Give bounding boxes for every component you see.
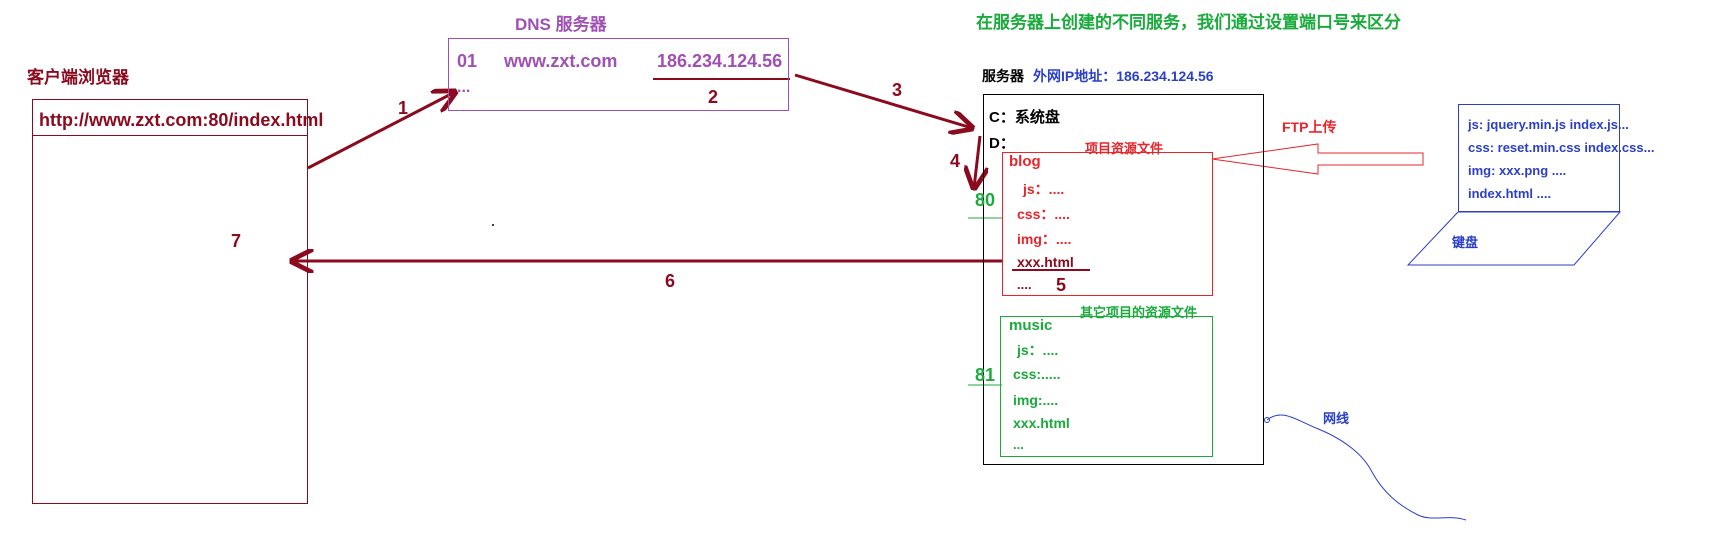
arrow-step-3 — [794, 73, 972, 128]
dns-ip: 186.234.124.56 — [657, 51, 783, 71]
drive-c-label: C：系统盘 — [989, 109, 1060, 126]
ftp-label: FTP上传 — [1282, 119, 1337, 135]
step-7-label: 7 — [231, 231, 242, 251]
music-file-js: js：.... — [1017, 342, 1059, 358]
blog-file-html: xxx.html — [1017, 254, 1074, 270]
arrow-step-1 — [307, 92, 455, 170]
music-project-box: music js：.... css:..... img:.... xxx.htm… — [1000, 316, 1213, 457]
dns-domain: www.zxt.com — [504, 51, 618, 71]
network-label: 网线 — [1323, 411, 1350, 426]
blog-file-img: img：.... — [1017, 231, 1072, 247]
dns-row-index: 01 — [457, 51, 478, 71]
keyboard-line-html: index.html .... — [1468, 186, 1552, 201]
client-heading: 客户端浏览器 — [27, 68, 129, 87]
keyboard-screen: js: jquery.min.js index.js... css: reset… — [1458, 104, 1654, 212]
server-ip: 外网IP地址：186.234.124.56 — [1033, 68, 1214, 84]
music-file-html: xxx.html — [1013, 415, 1070, 431]
blog-project-box: blog js：.... css：.... img：.... xxx.html … — [1002, 152, 1213, 296]
keyboard-base — [1406, 211, 1622, 266]
blog-name: blog — [1009, 153, 1041, 170]
port-81-label: 81 — [975, 365, 996, 385]
keyboard-line-img: img: xxx.png .... — [1468, 163, 1567, 178]
network-cable — [1266, 414, 1467, 521]
diagram-title: 在服务器上创建的不同服务，我们通过设置端口号来区分 — [976, 13, 1401, 32]
step-6-label: 6 — [665, 271, 676, 291]
dns-server-box: 01 www.zxt.com 186.234.124.56 ... — [448, 38, 789, 111]
dns-heading: DNS 服务器 — [515, 15, 607, 34]
music-file-more: ... — [1013, 437, 1024, 452]
drive-d-label: D： — [989, 135, 1015, 152]
keyboard-line-js: js: jquery.min.js index.js... — [1468, 117, 1629, 132]
port-80-label: 80 — [975, 190, 996, 210]
client-browser-box: http://www.zxt.com:80/index.html — [32, 99, 323, 504]
blog-file-more: .... — [1017, 277, 1032, 292]
music-file-img: img:.... — [1013, 392, 1059, 408]
dns-more: ... — [457, 79, 471, 96]
music-name: music — [1009, 317, 1053, 334]
step-3-label: 3 — [892, 80, 903, 100]
server-heading: 服务器 — [982, 68, 1024, 84]
keyboard-line-css: css: reset.min.css index.css... — [1468, 140, 1655, 155]
keyboard-label: 键盘 — [1452, 235, 1479, 250]
arrow-step-4 — [974, 135, 980, 188]
step-1-label: 1 — [398, 98, 409, 118]
browser-address-bar[interactable]: http://www.zxt.com:80/index.html — [33, 110, 323, 136]
music-file-css: css:..... — [1013, 366, 1061, 382]
step-2-label: 2 — [708, 87, 719, 107]
blog-file-js: js：.... — [1023, 181, 1065, 197]
stray-dot — [492, 224, 494, 226]
step-4-label: 4 — [950, 151, 961, 171]
blog-file-css: css：.... — [1017, 206, 1070, 222]
